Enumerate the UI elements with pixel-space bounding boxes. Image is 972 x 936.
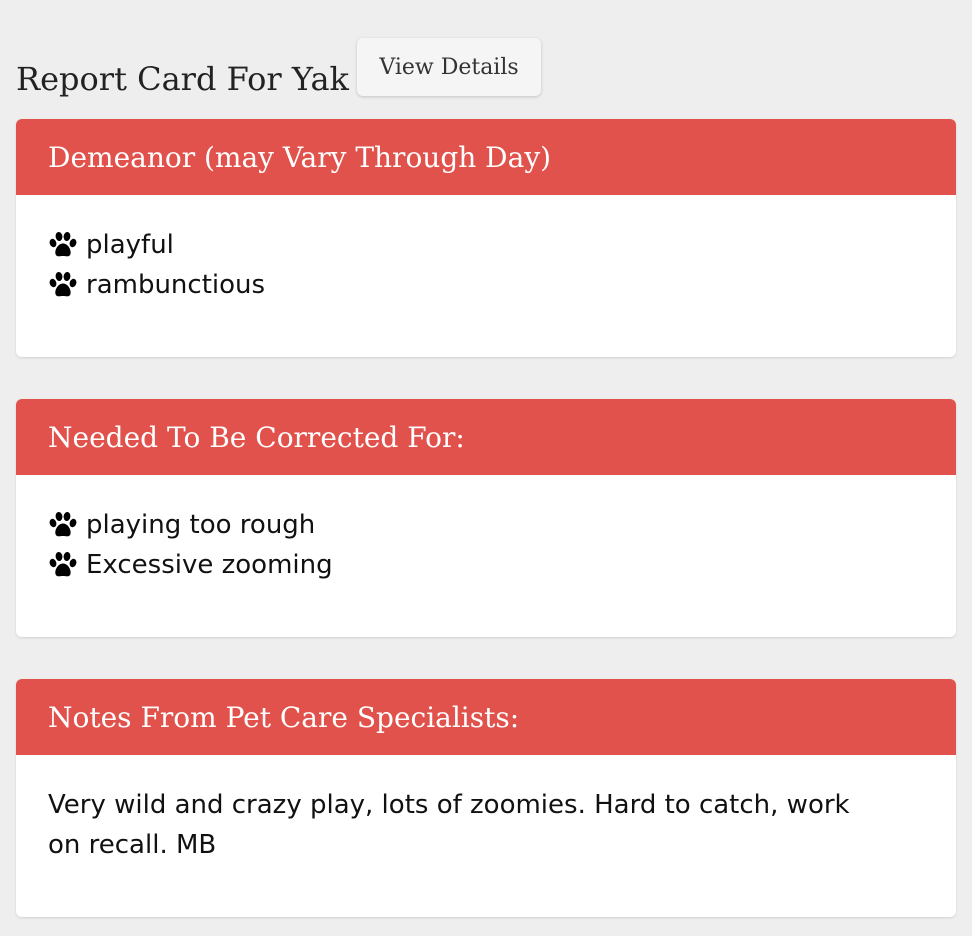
notes-card: Notes From Pet Care Specialists: Very wi…: [16, 679, 956, 917]
card-title: Needed To Be Corrected For:: [48, 420, 465, 454]
list-item: playful: [48, 225, 924, 265]
paw-icon: [49, 512, 77, 537]
list-item-label: rambunctious: [86, 270, 266, 300]
paw-icon: [49, 552, 77, 577]
list-item-label: playing too rough: [86, 510, 316, 540]
page-title: Report Card For Yak: [16, 60, 349, 98]
list-item: Excessive zooming: [48, 545, 924, 585]
card-title: Demeanor (may Vary Through Day): [48, 140, 552, 174]
list-item: playing too rough: [48, 505, 924, 545]
specialist-notes: Very wild and crazy play, lots of zoomie…: [48, 790, 850, 860]
demeanor-card: Demeanor (may Vary Through Day) playful …: [16, 119, 956, 357]
card-body: Very wild and crazy play, lots of zoomie…: [16, 755, 956, 865]
card-header: Demeanor (may Vary Through Day): [16, 119, 956, 195]
corrections-card: Needed To Be Corrected For: playing too …: [16, 399, 956, 637]
card-title: Notes From Pet Care Specialists:: [48, 700, 520, 734]
paw-icon: [49, 232, 77, 257]
card-body: playing too rough Excessive zooming: [16, 475, 956, 585]
list-item-label: playful: [86, 230, 174, 260]
list-item: rambunctious: [48, 265, 924, 305]
paw-icon: [49, 272, 77, 297]
card-header: Notes From Pet Care Specialists:: [16, 679, 956, 755]
card-header: Needed To Be Corrected For:: [16, 399, 956, 475]
view-details-button[interactable]: View Details: [357, 38, 541, 96]
card-body: playful rambunctious: [16, 195, 956, 305]
list-item-label: Excessive zooming: [86, 550, 333, 580]
